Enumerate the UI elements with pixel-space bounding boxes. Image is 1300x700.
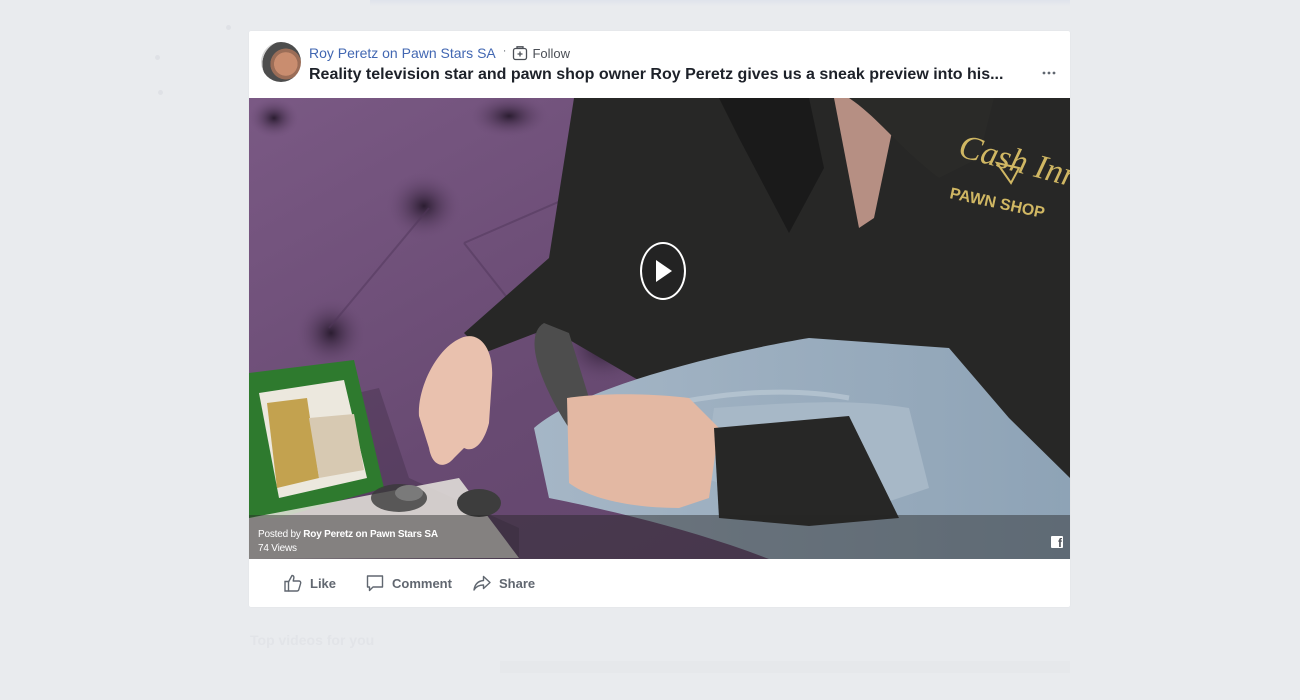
post-actions-bar: Like Comment Share xyxy=(249,559,1070,607)
share-button[interactable]: Share xyxy=(472,573,535,593)
video-info-bar: Posted by Roy Peretz on Pawn Stars SA 74… xyxy=(249,515,1070,559)
more-options-icon[interactable] xyxy=(1041,65,1057,81)
follow-label: Follow xyxy=(532,45,571,61)
video-thumbnail: Cash Inn PAWN SHOP xyxy=(249,98,1070,559)
video-player[interactable]: Cash Inn PAWN SHOP Posted by Roy Peretz … xyxy=(249,98,1070,559)
separator-dot: · xyxy=(502,45,507,57)
posted-by-line: Posted by Roy Peretz on Pawn Stars SA xyxy=(258,529,438,540)
post-header: Roy Peretz on Pawn Stars SA · Follow Rea… xyxy=(249,31,1070,98)
comment-label: Comment xyxy=(392,575,452,591)
share-arrow-icon xyxy=(473,575,491,591)
thumbs-up-icon xyxy=(284,574,302,592)
follow-button[interactable]: Follow xyxy=(512,45,570,61)
section-heading-faint: Top videos for you xyxy=(250,632,375,648)
follow-icon xyxy=(513,46,528,61)
page: Roy Peretz on Pawn Stars SA · Follow Rea… xyxy=(0,0,1300,700)
share-label: Share xyxy=(499,575,536,591)
play-button[interactable] xyxy=(640,242,686,300)
like-button[interactable]: Like xyxy=(283,573,336,593)
faint-mark xyxy=(158,90,163,95)
post-title[interactable]: Reality television star and pawn shop ow… xyxy=(309,66,1019,84)
next-card-edge xyxy=(500,661,1070,673)
video-post-card: Roy Peretz on Pawn Stars SA · Follow Rea… xyxy=(249,31,1070,607)
faint-mark xyxy=(226,25,231,30)
faint-mark xyxy=(155,55,160,60)
posted-by-prefix: Posted by xyxy=(258,529,301,540)
comment-icon xyxy=(366,575,384,592)
facebook-logo-icon[interactable]: f xyxy=(1051,536,1063,550)
comment-button[interactable]: Comment xyxy=(365,573,452,593)
top-card-edge xyxy=(370,0,1070,6)
posted-by-name-link[interactable]: Roy Peretz on Pawn Stars SA xyxy=(303,529,438,540)
facebook-logo-letter: f xyxy=(1058,536,1062,550)
author-name-link[interactable]: Roy Peretz on Pawn Stars SA xyxy=(309,45,496,61)
author-line: Roy Peretz on Pawn Stars SA · Follow xyxy=(309,44,570,62)
view-count: 74 Views xyxy=(258,543,297,554)
play-icon xyxy=(656,260,672,282)
like-label: Like xyxy=(310,575,337,591)
author-avatar[interactable] xyxy=(261,42,301,82)
